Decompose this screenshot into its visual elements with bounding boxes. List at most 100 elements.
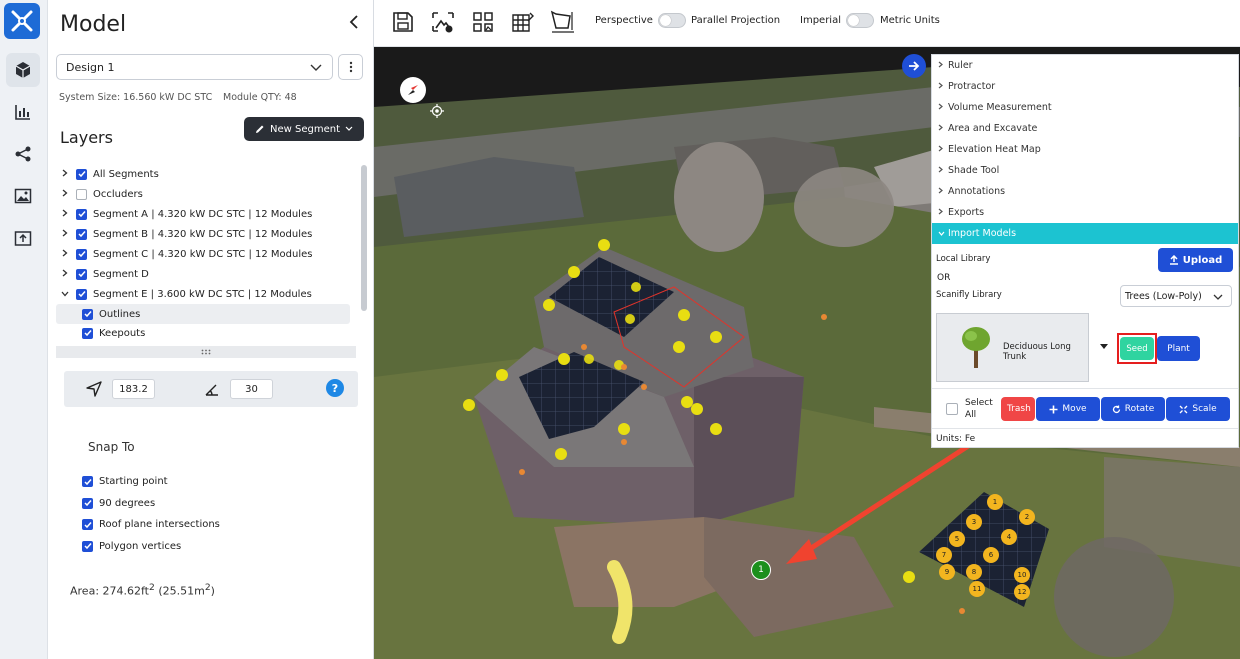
layer-row[interactable]: Segment B | 4.320 kW DC STC | 12 Modules xyxy=(56,224,350,244)
measure-area-icon[interactable] xyxy=(550,9,576,35)
layer-row[interactable]: All Segments xyxy=(56,164,350,184)
tool-item[interactable]: Annotations xyxy=(932,181,1238,202)
model-card[interactable]: Deciduous Long Trunk xyxy=(936,313,1108,382)
collapse-tools-arrow-icon[interactable] xyxy=(902,54,926,78)
layer-child-row[interactable]: Keepouts xyxy=(56,323,350,343)
upload-image-icon[interactable] xyxy=(6,221,40,255)
image-gallery-icon[interactable] xyxy=(6,179,40,213)
tool-label: Exports xyxy=(948,207,985,218)
azimuth-icon xyxy=(86,381,102,397)
tool-item[interactable]: Exports xyxy=(932,202,1238,223)
select-all-checkbox[interactable] xyxy=(946,403,958,415)
chevron-right-icon[interactable] xyxy=(58,189,72,200)
chevron-right-icon[interactable] xyxy=(58,249,72,260)
area-suffix: ) xyxy=(210,584,215,598)
chevron-right-icon[interactable] xyxy=(58,209,72,220)
snap-checkbox[interactable] xyxy=(82,519,93,530)
panel-title: Model xyxy=(60,12,127,37)
divider xyxy=(932,388,1238,389)
model-cube-icon[interactable] xyxy=(6,53,40,87)
azimuth-input[interactable]: 183.2 xyxy=(112,379,155,399)
share-icon[interactable] xyxy=(6,137,40,171)
snap-to-title: Snap To xyxy=(88,440,135,454)
new-segment-button[interactable]: New Segment xyxy=(244,117,364,141)
divider xyxy=(932,428,1238,429)
design-select[interactable]: Design 1 xyxy=(56,54,333,80)
chevron-right-icon[interactable] xyxy=(58,269,72,280)
layer-row[interactable]: Segment D xyxy=(56,264,350,284)
tool-item[interactable]: Ruler xyxy=(932,55,1238,76)
tool-item[interactable]: Import Models xyxy=(932,223,1238,244)
tool-item[interactable]: Volume Measurement xyxy=(932,97,1238,118)
move-label: Move xyxy=(1062,404,1087,414)
layer-checkbox[interactable] xyxy=(76,188,87,200)
tool-item[interactable]: Area and Excavate xyxy=(932,118,1238,139)
projection-toggle[interactable] xyxy=(658,13,686,28)
chevron-down-icon[interactable] xyxy=(58,289,72,300)
collapse-panel-icon[interactable] xyxy=(344,12,364,32)
layer-checkbox[interactable] xyxy=(76,168,87,180)
image-settings-icon[interactable] xyxy=(430,9,456,35)
layer-row[interactable]: Segment A | 4.320 kW DC STC | 12 Modules xyxy=(56,204,350,224)
tool-item[interactable]: Shade Tool xyxy=(932,160,1238,181)
module-number: 1 xyxy=(992,498,998,506)
upload-label: Upload xyxy=(1182,254,1223,266)
rotate-button[interactable]: Rotate xyxy=(1101,397,1165,421)
chevron-down-icon xyxy=(938,229,948,239)
help-icon[interactable]: ? xyxy=(326,379,344,397)
snap-checkbox[interactable] xyxy=(82,540,93,552)
rotate-icon xyxy=(1112,405,1120,413)
snap-option[interactable]: 90 degrees xyxy=(78,497,155,509)
gallery-grid-icon[interactable] xyxy=(470,9,496,35)
chevron-right-icon xyxy=(938,166,948,176)
snap-option[interactable]: Starting point xyxy=(78,476,168,487)
layer-row[interactable]: Occluders xyxy=(56,184,350,204)
module-grid-icon[interactable] xyxy=(510,9,536,35)
seed-marker[interactable]: 1 xyxy=(751,560,771,580)
layer-checkbox[interactable] xyxy=(76,208,87,220)
layer-checkbox[interactable] xyxy=(82,308,93,320)
compass-icon[interactable] xyxy=(400,77,426,103)
snap-option[interactable]: Roof plane intersections xyxy=(78,519,220,530)
layers-title: Layers xyxy=(60,128,113,147)
upload-button[interactable]: Upload xyxy=(1158,248,1233,272)
layers-resize-handle[interactable] xyxy=(56,346,356,358)
app-logo-icon[interactable] xyxy=(4,3,40,39)
layer-checkbox[interactable] xyxy=(76,228,87,240)
locate-icon[interactable] xyxy=(430,104,444,118)
snap-checkbox[interactable] xyxy=(82,497,93,509)
chevron-right-icon[interactable] xyxy=(58,169,72,180)
layer-checkbox[interactable] xyxy=(76,268,87,280)
layer-child-row[interactable]: Outlines xyxy=(56,304,350,324)
chevron-down-icon xyxy=(345,126,353,131)
scale-button[interactable]: Scale xyxy=(1166,397,1230,421)
model-panel: Model Design 1 System Size: 16.560 kW DC… xyxy=(48,0,374,659)
chevron-right-icon[interactable] xyxy=(58,229,72,240)
layer-checkbox[interactable] xyxy=(76,248,87,260)
layer-row[interactable]: Segment E | 3.600 kW DC STC | 12 Modules xyxy=(56,284,350,304)
chevron-right-icon xyxy=(938,103,948,113)
trash-button[interactable]: Trash xyxy=(1001,397,1035,421)
layer-label: Segment B | 4.320 kW DC STC | 12 Modules xyxy=(93,228,313,240)
move-icon xyxy=(1049,405,1058,413)
design-menu-button[interactable] xyxy=(338,54,363,80)
layer-checkbox[interactable] xyxy=(82,327,93,339)
save-icon[interactable] xyxy=(390,9,416,35)
tool-item[interactable]: Elevation Heat Map xyxy=(932,139,1238,160)
library-select[interactable]: Trees (Low-Poly) xyxy=(1120,285,1232,307)
layer-checkbox[interactable] xyxy=(76,288,87,300)
chart-icon[interactable] xyxy=(6,95,40,129)
seed-button[interactable]: Seed xyxy=(1120,337,1154,360)
layer-label: Occluders xyxy=(93,188,143,200)
scanifly-library-label: Scanifly Library xyxy=(936,290,1002,300)
tool-item[interactable]: Protractor xyxy=(932,76,1238,97)
units-toggle[interactable] xyxy=(846,13,874,28)
move-button[interactable]: Move xyxy=(1036,397,1100,421)
layers-scrollbar[interactable] xyxy=(361,165,367,311)
snap-option[interactable]: Polygon vertices xyxy=(78,540,181,552)
module-number: 3 xyxy=(971,518,977,526)
snap-checkbox[interactable] xyxy=(82,476,93,487)
layer-row[interactable]: Segment C | 4.320 kW DC STC | 12 Modules xyxy=(56,244,350,264)
plant-button[interactable]: Plant xyxy=(1157,336,1200,361)
tilt-input[interactable]: 30 xyxy=(230,379,273,399)
